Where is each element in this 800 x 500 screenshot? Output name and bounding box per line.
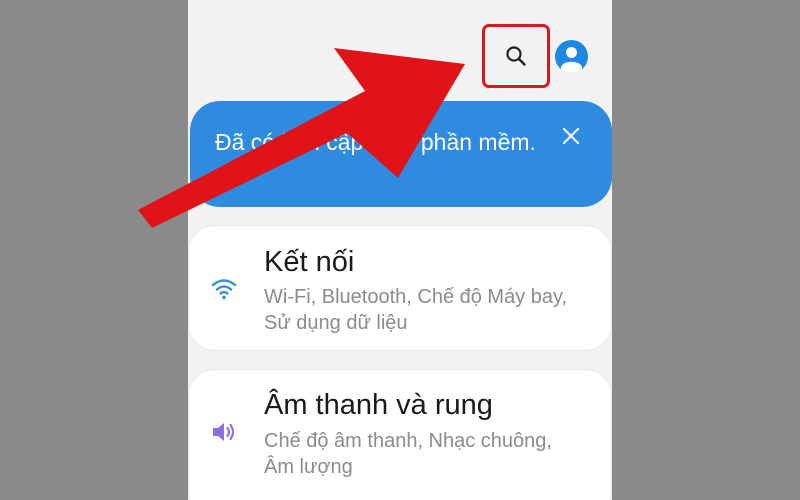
close-icon[interactable]	[560, 125, 582, 147]
settings-item-subtitle: Wi-Fi, Bluetooth, Chế độ Máy bay, Sử dụn…	[264, 286, 568, 334]
right-background	[612, 0, 800, 500]
update-banner[interactable]: Đã có bản cập nhật phần mềm.	[190, 101, 612, 207]
volume-icon	[213, 423, 235, 441]
settings-item-connections[interactable]: Kết nối Wi-Fi, Bluetooth, Chế độ Máy bay…	[188, 225, 612, 351]
settings-item-title: Âm thanh và rung	[264, 389, 493, 421]
settings-item-subtitle: Chế độ âm thanh, Nhạc chuông, Âm lượng	[264, 430, 552, 478]
search-icon	[506, 46, 526, 66]
wifi-icon	[211, 279, 237, 300]
settings-screen: Đã có bản cập nhật phần mềm. Kết nối Wi-…	[188, 0, 612, 500]
profile-button[interactable]	[555, 40, 588, 73]
settings-item-sound[interactable]: Âm thanh và rung Chế độ âm thanh, Nhạc c…	[188, 369, 612, 500]
settings-item-title: Kết nối	[264, 246, 355, 278]
update-banner-text: Đã có bản cập nhật phần mềm.	[215, 129, 536, 155]
left-background	[0, 0, 188, 500]
search-button[interactable]	[482, 24, 550, 88]
account-circle-icon	[561, 47, 582, 73]
